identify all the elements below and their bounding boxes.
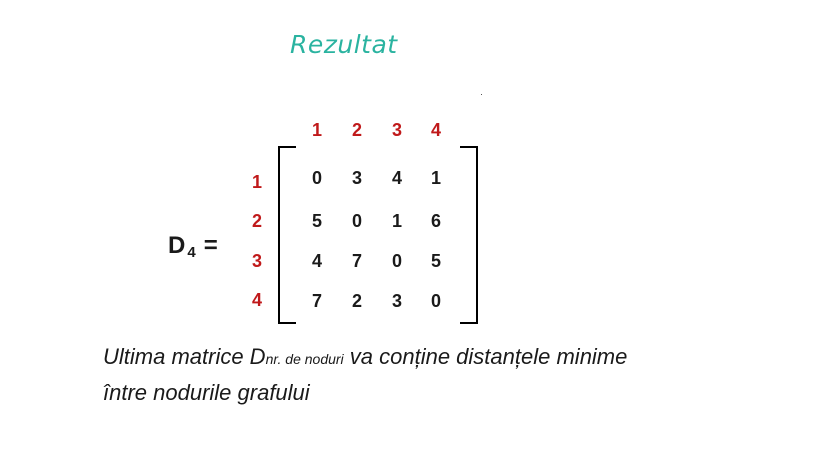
matrix-left-bracket [278, 146, 296, 324]
column-header: 2 [351, 120, 362, 140]
caption-text-continued: va conține distanțele minime [343, 344, 628, 369]
row-header: 3 [251, 251, 262, 271]
matrix-label: D 4 = [168, 232, 218, 261]
column-header: 4 [430, 120, 441, 140]
matrix-cell: 5 [430, 251, 441, 271]
caption-line-2: între nodurile grafului [103, 380, 310, 405]
matrix-cell: 3 [391, 291, 402, 311]
matrix-cell: 0 [311, 168, 322, 188]
matrix-cell: 1 [391, 211, 402, 231]
matrix-cell: 7 [351, 251, 362, 271]
matrix-cell: 2 [351, 291, 362, 311]
column-header: 3 [391, 120, 402, 140]
matrix-symbol: D [168, 232, 186, 259]
matrix-cell: 7 [311, 291, 322, 311]
matrix-cell: 0 [351, 211, 362, 231]
page-title: Rezultat [290, 30, 398, 59]
row-header: 4 [251, 290, 262, 310]
matrix-cell: 3 [351, 168, 362, 188]
matrix-cell: 5 [311, 211, 322, 231]
equals-sign: = [203, 232, 218, 259]
caption-subscript: nr. de noduri [265, 351, 344, 367]
row-header: 2 [251, 211, 262, 231]
matrix-cell: 1 [430, 168, 441, 188]
matrix-cell: 4 [311, 251, 322, 271]
matrix-cell: 0 [430, 291, 441, 311]
row-header: 1 [251, 172, 262, 192]
matrix-cell: 0 [391, 251, 402, 271]
caption: Ultima matrice Dnr. de noduri va conține… [103, 340, 803, 410]
matrix-cell: 6 [430, 211, 441, 231]
stray-dot [481, 94, 482, 95]
matrix-right-bracket [460, 146, 478, 324]
column-header: 1 [311, 120, 322, 140]
caption-text: Ultima matrice D [103, 344, 266, 369]
matrix-symbol-subscript: 4 [187, 244, 196, 261]
matrix-cell: 4 [391, 168, 402, 188]
